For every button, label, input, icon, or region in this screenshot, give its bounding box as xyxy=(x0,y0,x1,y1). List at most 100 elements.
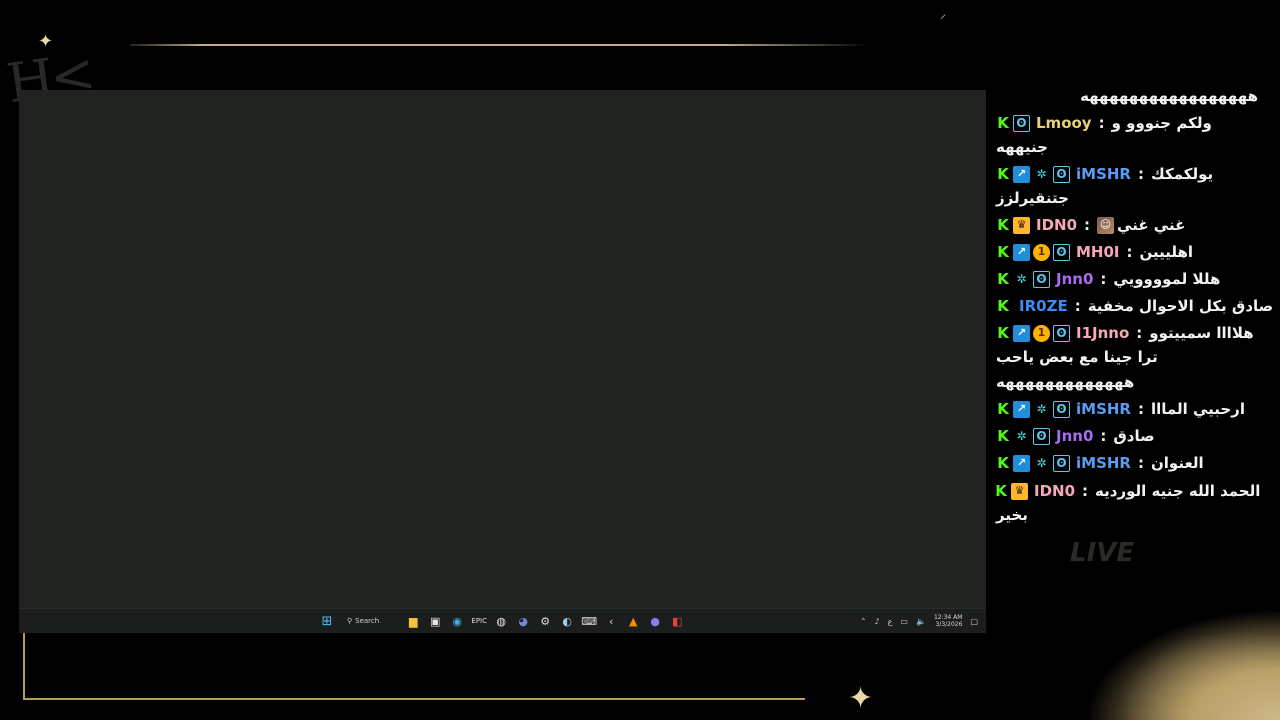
vlc-icon[interactable]: ▲ xyxy=(625,613,641,629)
record-app-icon[interactable]: ◧ xyxy=(669,613,685,629)
chat-separator: : xyxy=(1082,482,1089,500)
chat-username[interactable]: IDN0 xyxy=(1034,479,1075,503)
store-icon[interactable]: ▣ xyxy=(427,613,443,629)
chat-message: K ✲ ʘ Jnn0 : صادق xyxy=(996,424,1155,448)
edge-icon[interactable]: ◉ xyxy=(449,613,465,629)
chat-text: صادق xyxy=(1113,427,1155,445)
chat-line: هههههههههههههههههه xyxy=(1080,87,1258,105)
kick-badge-icon: K xyxy=(997,114,1009,132)
kick-badge-icon: K xyxy=(997,297,1009,315)
chrome-icon[interactable]: ◍ xyxy=(493,613,509,629)
chat-message: K ♛ IDN0 : ☺ غني غني xyxy=(996,213,1185,237)
microphone-icon[interactable]: ♪ xyxy=(875,617,880,626)
crown-badge-icon: ♛ xyxy=(1013,216,1030,234)
chat-separator: : xyxy=(1074,297,1081,315)
settings-gear-icon[interactable]: ⚙ xyxy=(537,613,553,629)
chat-text: هللا لموووويي xyxy=(1113,270,1221,288)
og-badge-icon: ʘ xyxy=(1053,454,1070,472)
chat-username[interactable]: IR0ZE xyxy=(1019,294,1068,318)
epic-games-icon[interactable]: EPIC xyxy=(471,613,487,629)
chat-text-continued: جتنقيرلزز xyxy=(996,189,1069,207)
discord-icon[interactable]: ◕ xyxy=(515,613,531,629)
chat-message: K ↗ ✲ ʘ iMSHR : ارحبيي المااا xyxy=(996,397,1245,421)
chat-text: اهلييين xyxy=(1139,243,1194,261)
chat-text: ارحبيي المااا xyxy=(1150,400,1245,418)
gifter-badge-icon: 1 xyxy=(1033,324,1050,342)
chat-text: الحمد الله جنيه الورديه xyxy=(1095,482,1261,500)
chat-message: K ↗ 1 ʘ I1Jnno : هلاااا سمييتوو xyxy=(996,321,1254,345)
chat-username[interactable]: Jnn0 xyxy=(1056,267,1093,291)
star-icon: ✦ xyxy=(848,681,874,716)
gold-splash xyxy=(1070,600,1280,720)
kick-app-icon[interactable]: ‹ xyxy=(603,613,619,629)
chat-username[interactable]: Jnn0 xyxy=(1056,424,1093,448)
kick-badge-icon: K xyxy=(997,270,1009,288)
chat-message: K IR0ZE : صادق بكل الاحوال مخفية xyxy=(996,294,1273,318)
subscriber-badge-icon: ↗ xyxy=(1013,165,1030,183)
chat-username[interactable]: MH0I xyxy=(1076,240,1120,264)
verified-badge-icon: ✲ xyxy=(1036,167,1047,181)
chat-username[interactable]: IDN0 xyxy=(1036,213,1077,237)
kick-badge-icon: K xyxy=(997,324,1009,342)
kick-badge-icon: K xyxy=(997,243,1009,261)
subscriber-badge-icon: ↗ xyxy=(1013,400,1030,418)
subscriber-badge-icon: ↗ xyxy=(1013,324,1030,342)
chat-text: هلاااا سمييتوو xyxy=(1149,324,1254,342)
chat-separator: : xyxy=(1126,243,1133,261)
system-tray: ⌃ ♪ ع ▭ 🔈 12:34 AM 3/3/2026 ▢ xyxy=(860,609,978,633)
chat-message: K ♛ IDN0 : الحمد الله جنيه الورديه xyxy=(994,479,1260,503)
chat-username[interactable]: iMSHR xyxy=(1076,451,1131,475)
kick-badge-icon: K xyxy=(997,400,1009,418)
steam-icon[interactable]: ◐ xyxy=(559,613,575,629)
chat-message: K ʘ Lmooy : ولكم جنووو و xyxy=(996,111,1212,135)
taskbar: ⊞ ⚲ Search ▆ ▣ ◉ EPIC ◍ ◕ ⚙ ◐ ⌨ ‹ ▲ ● ◧ … xyxy=(19,608,986,633)
og-badge-icon: ʘ xyxy=(1013,114,1030,132)
clock-date: 3/3/2026 xyxy=(935,621,963,628)
verified-badge-icon: ✲ xyxy=(1016,272,1027,286)
chat-text: العنوان xyxy=(1150,454,1204,472)
chat-text-continued: هههههههههههههه xyxy=(996,373,1135,391)
search-label: Search xyxy=(355,617,380,625)
notification-icon[interactable]: ▢ xyxy=(970,617,978,626)
verified-badge-icon: ✲ xyxy=(1016,429,1027,443)
og-badge-icon: ʘ xyxy=(1033,270,1050,288)
overlay-top-line xyxy=(130,44,870,46)
chat-separator: : xyxy=(1137,400,1144,418)
verified-badge-icon: ✲ xyxy=(1036,402,1047,416)
language-indicator[interactable]: ع xyxy=(888,617,893,626)
chat-username[interactable]: iMSHR xyxy=(1076,397,1131,421)
chat-text: صادق بكل الاحوال مخفية xyxy=(1087,297,1274,315)
taskbar-search-button[interactable]: ⚲ Search xyxy=(341,613,385,629)
windows-start-icon[interactable]: ⊞ xyxy=(319,613,335,629)
crown-badge-icon: ♛ xyxy=(1011,482,1028,500)
verified-badge-icon: ✲ xyxy=(1036,456,1047,470)
clock[interactable]: 12:34 AM 3/3/2026 xyxy=(934,614,962,628)
chat-panel: هههههههههههههههههه K ʘ Lmooy : ولكم جنوو… xyxy=(990,87,1273,533)
chat-message: K ↗ ✲ ʘ iMSHR : يولكمكك xyxy=(996,162,1213,186)
chat-text: يولكمكك xyxy=(1150,165,1214,183)
og-badge-icon: ʘ xyxy=(1053,165,1070,183)
chat-username[interactable]: Lmooy xyxy=(1036,111,1092,135)
chat-separator: : xyxy=(1136,324,1143,342)
network-icon[interactable]: ▭ xyxy=(900,617,908,626)
chevron-up-icon[interactable]: ⌃ xyxy=(860,617,867,626)
og-badge-icon: ʘ xyxy=(1053,324,1070,342)
kick-badge-icon: K xyxy=(997,427,1009,445)
chat-text: غني غني xyxy=(1117,216,1186,234)
kick-badge-icon: K xyxy=(997,454,1009,472)
chat-username[interactable]: I1Jnno xyxy=(1076,321,1129,345)
volume-icon[interactable]: 🔈 xyxy=(916,617,926,626)
screen-capture: ⊞ ⚲ Search ▆ ▣ ◉ EPIC ◍ ◕ ⚙ ◐ ⌨ ‹ ▲ ● ◧ … xyxy=(19,90,986,633)
chat-separator: : xyxy=(1137,454,1144,472)
keyboard-icon[interactable]: ⌨ xyxy=(581,613,597,629)
kick-badge-icon: K xyxy=(997,216,1009,234)
app-icon[interactable]: ● xyxy=(647,613,663,629)
emote-icon: ☺ xyxy=(1097,216,1115,234)
chat-text: ولكم جنووو و xyxy=(1111,114,1212,132)
chat-separator: : xyxy=(1137,165,1144,183)
file-explorer-icon[interactable]: ▆ xyxy=(405,613,421,629)
chat-separator: : xyxy=(1098,114,1105,132)
chat-username[interactable]: iMSHR xyxy=(1076,162,1131,186)
chat-text-continued: بخير xyxy=(996,506,1028,524)
live-watermark: LIVE xyxy=(1070,538,1135,568)
